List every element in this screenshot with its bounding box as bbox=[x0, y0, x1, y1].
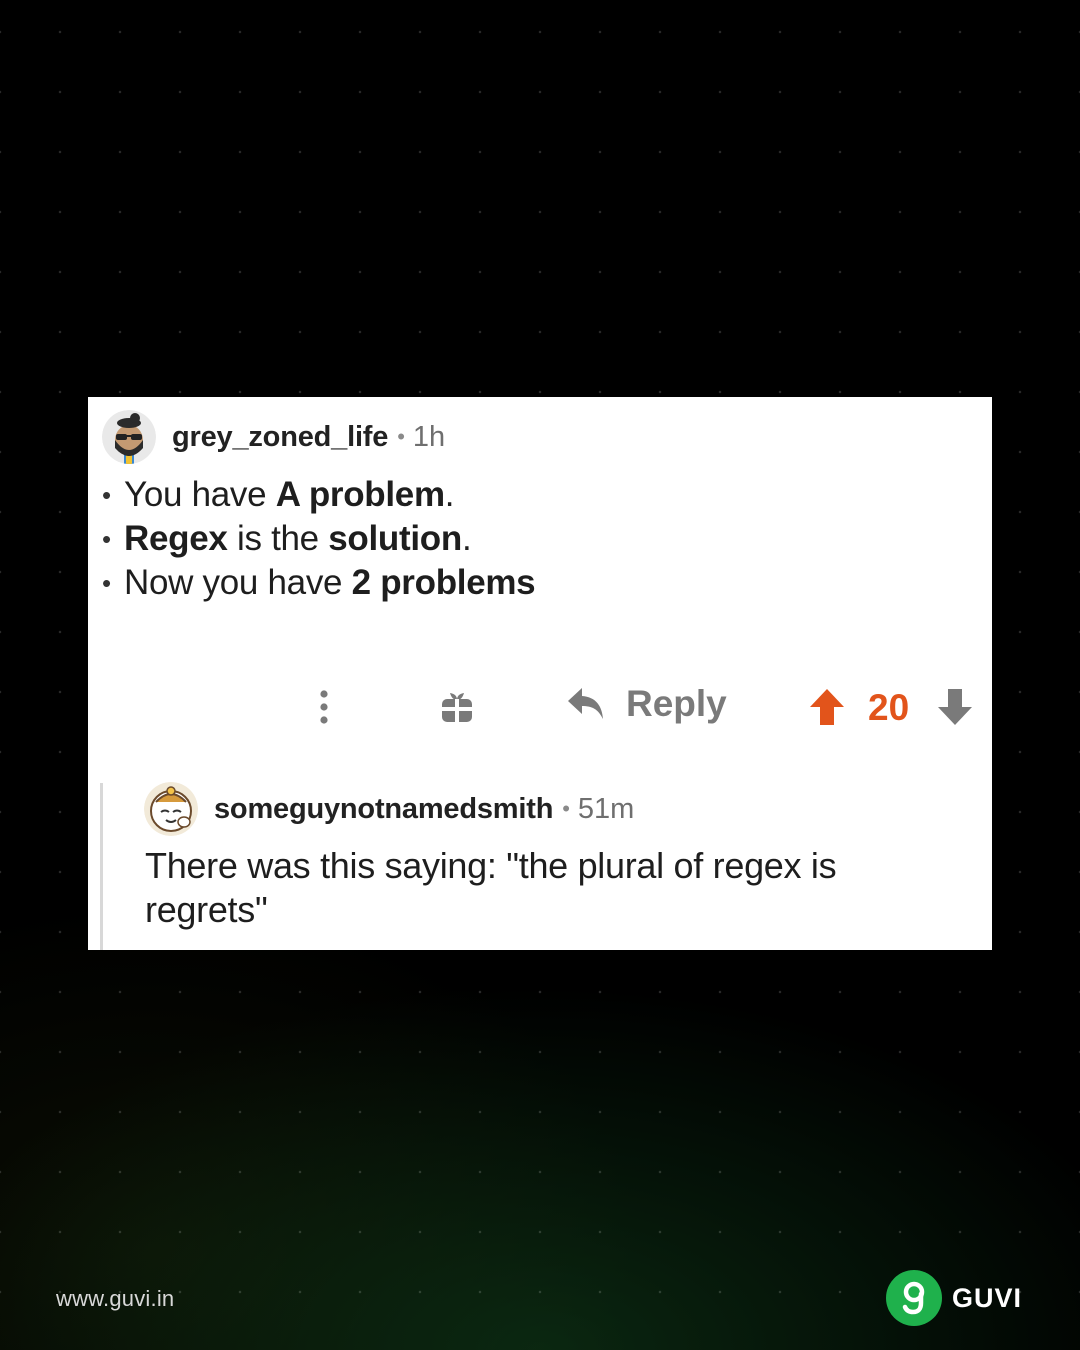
comment-actions: Reply 20 bbox=[88, 683, 992, 733]
meta-separator: • bbox=[562, 796, 570, 821]
reply-label: Reply bbox=[626, 683, 727, 724]
bullet-line: • Regex is the solution . bbox=[102, 517, 535, 561]
bullet: • bbox=[102, 524, 111, 554]
gift-icon bbox=[442, 693, 472, 722]
bullet: • bbox=[102, 480, 111, 510]
brand: GUVI bbox=[886, 1270, 1022, 1326]
upvote-arrow-icon bbox=[810, 689, 844, 725]
downvote-arrow-icon bbox=[938, 689, 972, 725]
comment-body: • You have A problem . • Regex is the so… bbox=[102, 473, 536, 605]
downvote-button[interactable] bbox=[936, 687, 974, 727]
bullet: • bbox=[102, 568, 111, 598]
text-span: . bbox=[461, 519, 472, 558]
bold-text: 2 problems bbox=[351, 563, 536, 602]
avatar[interactable] bbox=[144, 782, 198, 836]
bold-text: Regex bbox=[124, 519, 228, 558]
bold-text: solution bbox=[328, 519, 462, 558]
bullet-line: • Now you have 2 problems bbox=[102, 561, 536, 605]
comment-header: grey_zoned_life • 1h bbox=[102, 409, 445, 465]
site-url[interactable]: www.guvi.in bbox=[56, 1286, 174, 1312]
username[interactable]: grey_zoned_life bbox=[172, 421, 388, 454]
reply-body: There was this saying: "the plural of re… bbox=[145, 845, 837, 930]
reply-button[interactable]: Reply bbox=[566, 683, 727, 725]
upvote-button[interactable] bbox=[808, 687, 846, 727]
timestamp: 51m bbox=[577, 792, 635, 825]
meta-separator: • bbox=[397, 424, 405, 449]
avatar[interactable] bbox=[102, 410, 156, 464]
guvi-logo-icon bbox=[886, 1270, 942, 1326]
text-span: You have bbox=[124, 475, 276, 514]
vertical-ellipsis-icon bbox=[320, 690, 328, 724]
comment-card: grey_zoned_life • 1h • You have A proble… bbox=[88, 397, 992, 950]
text-span: is the bbox=[227, 519, 329, 558]
bold-text: A problem bbox=[275, 475, 445, 514]
vote-count: 20 bbox=[868, 687, 910, 728]
brand-name: GUVI bbox=[952, 1282, 1023, 1313]
text-span: Now you have bbox=[124, 563, 352, 602]
give-award-button[interactable] bbox=[440, 690, 474, 724]
username[interactable]: someguynotnamedsmith bbox=[214, 793, 553, 826]
reply-header: someguynotnamedsmith • 51m bbox=[144, 781, 634, 837]
text-span: . bbox=[444, 475, 455, 514]
reply-arrow-icon bbox=[568, 688, 603, 719]
thread-line[interactable] bbox=[100, 783, 103, 950]
timestamp: 1h bbox=[412, 420, 446, 453]
more-options-button[interactable] bbox=[318, 689, 330, 725]
bullet-line: • You have A problem . bbox=[102, 473, 535, 517]
